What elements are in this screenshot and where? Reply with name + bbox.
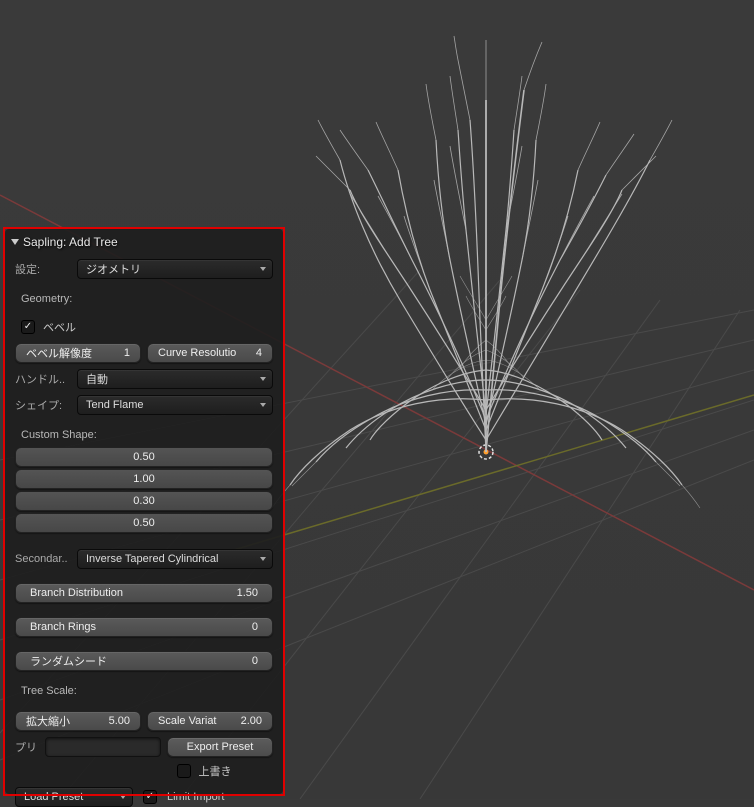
preset-label: プリ — [15, 739, 39, 755]
custom-shape-2[interactable]: 0.30 — [15, 491, 273, 511]
limit-import-checkbox[interactable] — [143, 790, 157, 804]
custom-shape-3[interactable]: 0.50 — [15, 513, 273, 533]
custom-shape-label: Custom Shape: — [21, 429, 273, 441]
panel-title: Sapling: Add Tree — [23, 235, 118, 249]
shape-label: シェイプ: — [15, 397, 71, 413]
handle-label: ハンドル.. — [15, 371, 71, 387]
curve-resolution-field[interactable]: Curve Resolutio 4 — [147, 343, 273, 363]
collapse-icon — [11, 239, 19, 245]
settings-label: 設定: — [15, 261, 71, 277]
branch-distribution-field[interactable]: Branch Distribution 1.50 — [15, 583, 273, 603]
limit-import-label: Limit Import — [167, 791, 224, 803]
branch-rings-field[interactable]: Branch Rings 0 — [15, 617, 273, 637]
export-preset-button[interactable]: Export Preset — [167, 737, 273, 757]
handle-dropdown[interactable]: 自動 — [77, 369, 273, 389]
overwrite-checkbox[interactable] — [177, 764, 191, 778]
bevel-label: ベベル — [43, 319, 76, 335]
shape-dropdown[interactable]: Tend Flame — [77, 395, 273, 415]
operator-panel: Sapling: Add Tree 設定: ジオメトリ Geometry: ベベ… — [5, 229, 283, 794]
load-preset-dropdown[interactable]: Load Preset — [15, 787, 133, 807]
geometry-label: Geometry: — [21, 293, 273, 305]
secondary-label: Secondar.. — [15, 553, 71, 565]
settings-dropdown[interactable]: ジオメトリ — [77, 259, 273, 279]
bevel-resolution-field[interactable]: ベベル解像度 1 — [15, 343, 141, 363]
scale-variation-field[interactable]: Scale Variat 2.00 — [147, 711, 273, 731]
tree-scale-label: Tree Scale: — [21, 685, 273, 697]
random-seed-field[interactable]: ランダムシード 0 — [15, 651, 273, 671]
secondary-dropdown[interactable]: Inverse Tapered Cylindrical — [77, 549, 273, 569]
panel-header[interactable]: Sapling: Add Tree — [11, 235, 273, 249]
custom-shape-1[interactable]: 1.00 — [15, 469, 273, 489]
custom-shape-0[interactable]: 0.50 — [15, 447, 273, 467]
overwrite-label: 上書き — [199, 763, 232, 779]
bevel-checkbox[interactable] — [21, 320, 35, 334]
scale-field[interactable]: 拡大縮小 5.00 — [15, 711, 141, 731]
preset-name-input[interactable] — [45, 737, 161, 757]
